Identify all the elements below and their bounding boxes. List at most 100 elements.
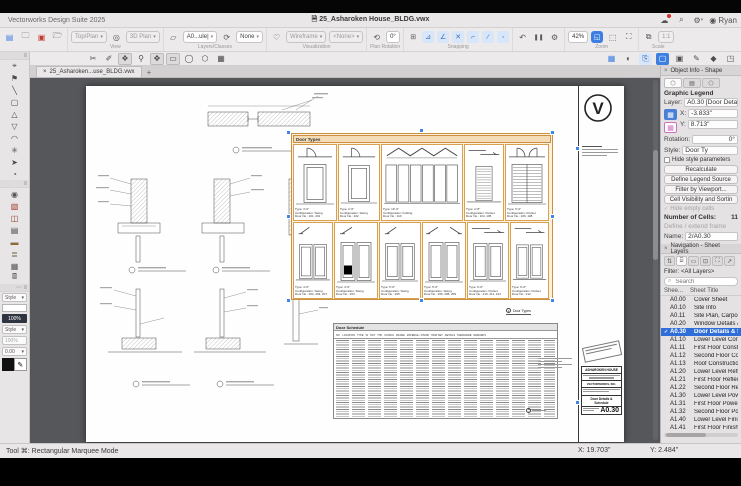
snap-distance-icon[interactable]: ⌐: [467, 31, 479, 43]
render-style-icon[interactable]: ◆: [707, 53, 720, 65]
grid-select-icon[interactable]: ▦: [214, 53, 228, 65]
sheet-row-A1.41[interactable]: A1.41First Floor Finish: [661, 424, 741, 432]
door-type-cell[interactable]: Type: 4'-0"Configuration: SwingDoor No.:…: [334, 222, 378, 299]
selection-tool-icon[interactable]: ⌖: [4, 60, 26, 72]
render-tab[interactable]: ⬠: [702, 78, 720, 88]
saved-views-tab[interactable]: ⛶: [712, 256, 723, 266]
basic-palette-header[interactable]: ≡: [0, 52, 29, 60]
selection-handle[interactable]: [550, 298, 555, 303]
door-types-legend[interactable]: Door Types Type: 3'-0"Configuration: Swi…: [291, 133, 553, 300]
line-tool-icon[interactable]: ╲: [4, 84, 26, 96]
tab-close-icon[interactable]: ×: [43, 69, 47, 75]
wall-tool-icon[interactable]: ▬: [4, 236, 26, 248]
y-field[interactable]: 8.713": [688, 120, 738, 129]
marquee-x-mode-icon[interactable]: ✂: [86, 53, 100, 65]
new-doc-icon[interactable]: ▤: [3, 31, 16, 44]
sheet-a030[interactable]: Door Types Type: 3'-0"Configuration: Swi…: [86, 86, 624, 442]
panel-horizontal-scrollbar[interactable]: [664, 433, 738, 437]
camera-tool-icon[interactable]: ◉: [4, 188, 26, 200]
sheet-search[interactable]: ⌕: [664, 277, 738, 286]
pen-mode-icon[interactable]: ✐: [102, 53, 116, 65]
design-layers-tab[interactable]: ⇅: [664, 256, 675, 266]
sheet-row-A1.32[interactable]: A1.32Second Floor Pow: [661, 408, 741, 416]
sheet-layers-tab[interactable]: ⌸: [676, 256, 687, 266]
pause-icon[interactable]: ❚❚: [532, 31, 545, 44]
save-view-icon[interactable]: ▣: [673, 53, 686, 65]
sheet-row-A0.20[interactable]: A0.20Window Details &: [661, 320, 741, 328]
pen-opacity-field[interactable]: 100%: [2, 336, 27, 345]
class-sync-icon[interactable]: ⟳: [220, 31, 233, 44]
scale-anchor-icon[interactable]: ▦: [664, 122, 677, 133]
door-type-cell[interactable]: Type: 3'-0"Configuration: SwingDoor No.:…: [293, 144, 337, 221]
sheet-row-A1.21[interactable]: A1.21First Floor Reflect: [661, 376, 741, 384]
door-type-cell[interactable]: Type: 4'-0"Configuration: SwingDoor No.:…: [293, 222, 333, 299]
viewports-tab[interactable]: ⊡: [700, 256, 711, 266]
oi-button-3[interactable]: Cell Visibility and Sortin: [664, 195, 738, 204]
attributes-palette-header[interactable]: ⋯ ≡: [0, 284, 29, 292]
user-menu[interactable]: ◉Ryan: [709, 15, 737, 26]
new-tab-button[interactable]: +: [147, 68, 152, 77]
polygon-tool-icon[interactable]: △: [4, 108, 26, 120]
sheet-row-A1.22[interactable]: A1.22Second Floor Refl: [661, 384, 741, 392]
arc-tool-icon[interactable]: ◠: [4, 132, 26, 144]
class-dropdown[interactable]: None▾: [236, 31, 263, 43]
selection-handle[interactable]: [575, 400, 580, 405]
filter-dropdown[interactable]: <All Layers>: [681, 269, 714, 275]
door-type-cell[interactable]: Type: 6'-0"Configuration: PocketDoor No.…: [510, 222, 549, 299]
move-mode-icon[interactable]: ✥: [150, 53, 164, 65]
current-view-icon[interactable]: ▢: [656, 53, 669, 65]
sheet-row-A1.30[interactable]: A1.30Lower Level Powe: [661, 392, 741, 400]
palette-dock-icon[interactable]: ▦: [605, 53, 618, 65]
oi-button-1[interactable]: Define Legend Source: [664, 175, 738, 184]
classes-tab[interactable]: ▭: [688, 256, 699, 266]
canvas-vertical-scrollbar[interactable]: [653, 80, 658, 440]
zoom-field[interactable]: 42%: [568, 31, 588, 43]
sheet-row-A1.20[interactable]: A1.20Lower Level Refle: [661, 368, 741, 376]
gear-icon[interactable]: ⚙▾: [692, 15, 704, 26]
data-tab[interactable]: ▤: [683, 78, 701, 88]
door-type-cell[interactable]: Type: 5'-0"Configuration: PocketDoor No.…: [505, 144, 549, 221]
x-field[interactable]: -3.833": [688, 109, 738, 118]
search-input[interactable]: [673, 278, 728, 286]
oi-button-0[interactable]: Recalculate: [664, 165, 738, 174]
selection-handle[interactable]: [419, 128, 424, 133]
sheet-row-A0.10[interactable]: A0.10Site Info: [661, 304, 741, 312]
sheet-row-A1.10[interactable]: A1.10Lower Level Cons: [661, 336, 741, 344]
line-weight-field[interactable]: 0.00▾: [2, 347, 27, 356]
sheet-row-A0.00[interactable]: A0.00Cover Sheet: [661, 296, 741, 304]
open-doc-icon[interactable]: 🗀: [19, 31, 32, 44]
references-tab[interactable]: ↗: [724, 256, 735, 266]
sheet-row-A0.11[interactable]: A0.11Site Plan, Carport: [661, 312, 741, 320]
selection-handle[interactable]: [550, 214, 555, 219]
door-tool-icon[interactable]: ◫: [4, 212, 26, 224]
settings-gear-icon[interactable]: ⚙: [548, 31, 561, 44]
door-type-cell[interactable]: Type: 16'-0"Configuration: FoldingDoor N…: [381, 144, 463, 221]
scale-dropdown[interactable]: 1:1: [658, 31, 674, 43]
selection-handle[interactable]: [286, 298, 291, 303]
undo-icon[interactable]: ↶: [516, 31, 529, 44]
door-type-cell[interactable]: Type: 5'-0"Configuration: SwingDoor No.:…: [422, 222, 466, 299]
sheet-row-A0.30[interactable]: ✓A0.30Door Details & Sc: [661, 328, 741, 336]
snap-grid-icon[interactable]: ⊞: [407, 31, 419, 43]
oi-button-2[interactable]: Filter by Viewport...: [664, 185, 738, 194]
publish-icon[interactable]: 🗁: [51, 31, 64, 44]
stamp-tool-icon[interactable]: ▧: [4, 200, 26, 212]
rotation-field[interactable]: 0°: [386, 31, 400, 43]
window-tool-icon[interactable]: ▤: [4, 224, 26, 236]
clipboard-icon[interactable]: ⎘: [639, 53, 652, 65]
position-anchor-icon[interactable]: ▦: [664, 109, 677, 120]
snap-tangent-icon[interactable]: ◦: [497, 31, 509, 43]
snap-edge-icon[interactable]: ∕: [482, 31, 494, 43]
snap-angle-icon[interactable]: ∠: [437, 31, 449, 43]
render-icon[interactable]: ♡: [270, 31, 283, 44]
building-palette-header[interactable]: ≡: [0, 180, 29, 188]
fit-to-objects-button[interactable]: ◱: [591, 31, 603, 43]
equipment-tool-icon[interactable]: 🖩: [4, 272, 26, 284]
pen-color-swatch[interactable]: ✎: [2, 358, 27, 371]
cursor-tab[interactable]: ⬡: [664, 78, 682, 88]
selection-handle[interactable]: [550, 130, 555, 135]
snap-intersection-icon[interactable]: ✕: [452, 31, 464, 43]
layer-icon[interactable]: ▱: [167, 31, 180, 44]
rotate-tool-icon[interactable]: ◔: [4, 168, 26, 180]
scrollbar-thumb[interactable]: [653, 150, 658, 260]
